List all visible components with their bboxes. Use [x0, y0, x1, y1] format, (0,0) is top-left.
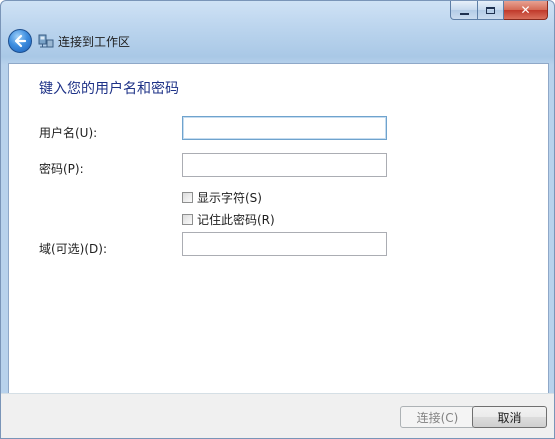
show-chars-label: 显示字符(S) — [197, 191, 262, 205]
dialog-window: ✕ 连接到工作区 键入您的用户名和密码 用户名(U): 密码(P): 显示字符(… — [0, 0, 555, 439]
close-icon: ✕ — [520, 3, 531, 17]
password-input[interactable] — [182, 153, 387, 177]
page-heading: 键入您的用户名和密码 — [39, 81, 179, 97]
minimize-button[interactable] — [450, 1, 478, 20]
domain-label: 域(可选)(D): — [39, 242, 108, 256]
cancel-button[interactable]: 取消 — [472, 406, 547, 428]
remember-password-option[interactable]: 记住此密码(R) — [182, 211, 275, 228]
password-label: 密码(P): — [39, 162, 84, 176]
domain-input[interactable] — [182, 232, 387, 256]
content-panel: 键入您的用户名和密码 用户名(U): 密码(P): 显示字符(S) 记住此密码(… — [8, 63, 549, 394]
username-input[interactable] — [182, 116, 387, 140]
footer-bar: 连接(C) 取消 — [1, 393, 554, 438]
close-button[interactable]: ✕ — [504, 1, 548, 20]
window-title: 连接到工作区 — [58, 35, 131, 49]
back-arrow-icon — [14, 34, 27, 48]
username-label: 用户名(U): — [39, 126, 98, 140]
network-workplace-icon — [38, 34, 54, 48]
back-button[interactable] — [8, 29, 32, 53]
connect-button[interactable]: 连接(C) — [400, 406, 475, 428]
show-chars-checkbox[interactable] — [182, 192, 193, 203]
show-chars-option[interactable]: 显示字符(S) — [182, 189, 262, 206]
minimize-icon — [459, 12, 469, 15]
maximize-icon — [486, 6, 495, 14]
remember-password-checkbox[interactable] — [182, 214, 193, 225]
maximize-button[interactable] — [478, 1, 504, 20]
remember-password-label: 记住此密码(R) — [197, 213, 275, 227]
caption-buttons: ✕ — [450, 1, 548, 20]
